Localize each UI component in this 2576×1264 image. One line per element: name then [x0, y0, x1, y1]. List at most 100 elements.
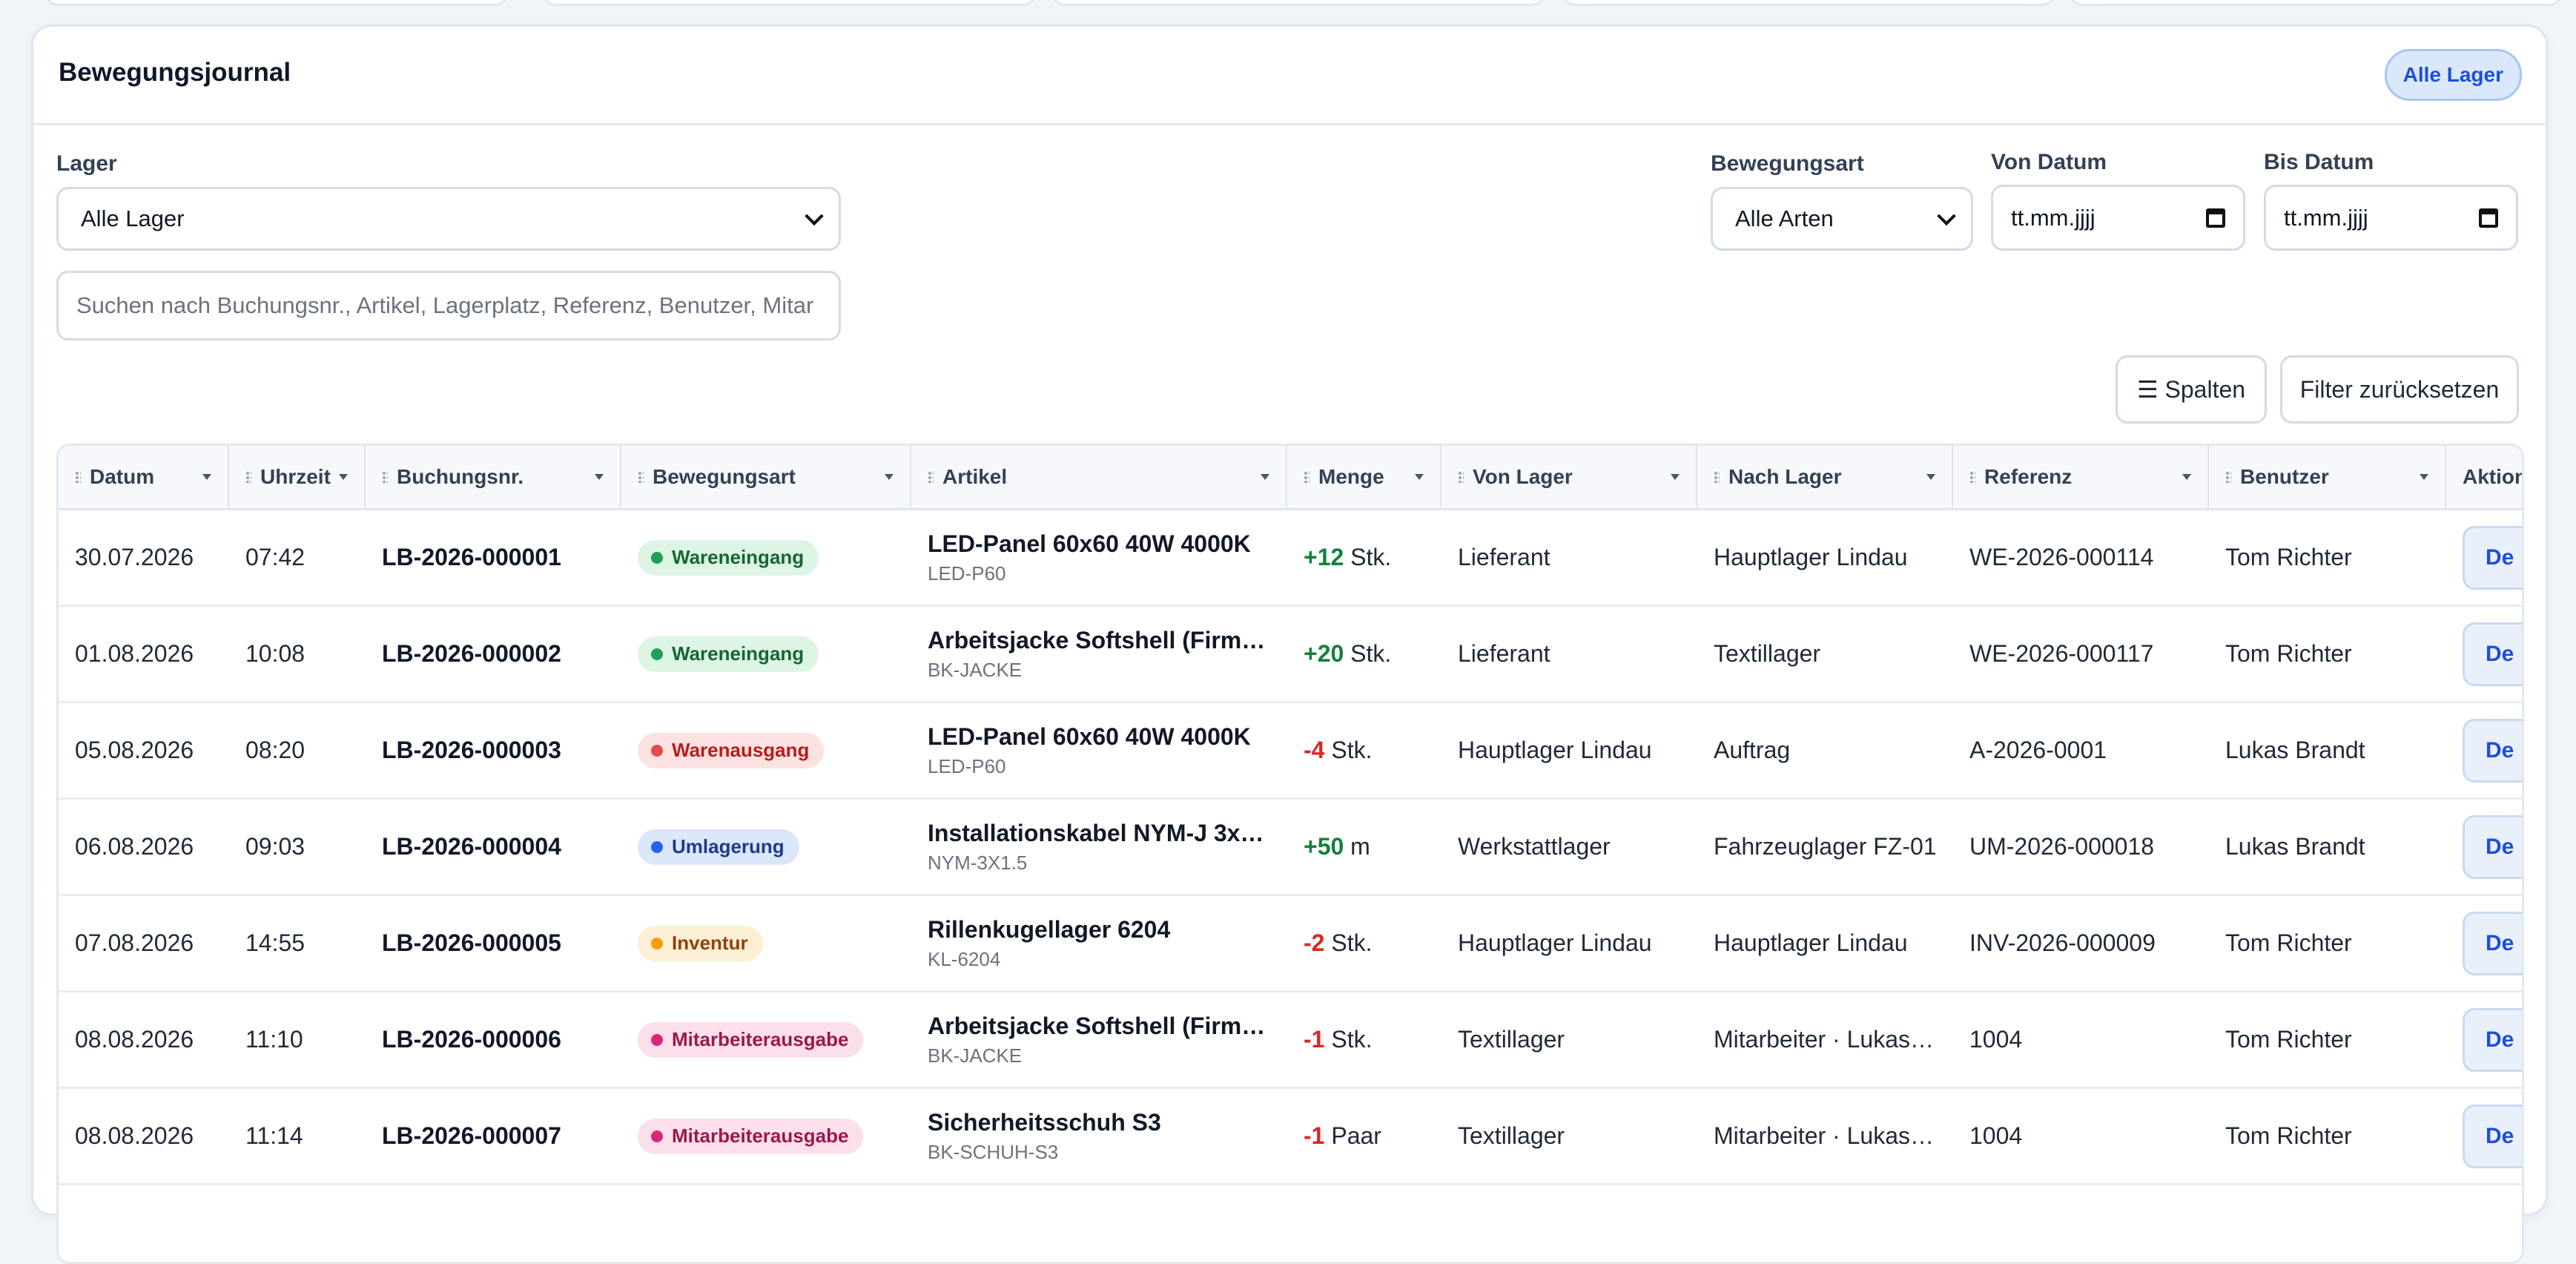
lager-label: Lager	[56, 151, 117, 176]
column-header[interactable]: Referenz	[1953, 446, 2209, 510]
summary-card	[2069, 0, 2563, 6]
user: Tom Richter	[2225, 929, 2352, 956]
bis-datum-input[interactable]: tt.mm.jjjj	[2264, 185, 2518, 251]
drag-handle-icon[interactable]	[75, 471, 81, 483]
drag-handle-icon[interactable]	[638, 471, 644, 483]
details-button[interactable]: De	[2463, 718, 2522, 783]
column-header[interactable]: Artikel	[911, 446, 1287, 510]
calendar-icon[interactable]	[2206, 208, 2225, 228]
drag-handle-icon[interactable]	[1304, 471, 1310, 483]
von-datum-input[interactable]: tt.mm.jjjj	[1991, 185, 2245, 251]
sort-caret-icon[interactable]	[2182, 474, 2191, 480]
table-row[interactable]: 08.08.2026 11:10 LB-2026-000006 Mitarbei…	[59, 991, 2522, 1089]
details-button[interactable]: De	[2463, 814, 2522, 879]
column-header[interactable]: Benutzer	[2209, 446, 2446, 510]
drag-handle-icon[interactable]	[245, 471, 251, 483]
details-button[interactable]: De	[2463, 525, 2522, 590]
time-cell: 10:08	[245, 640, 306, 667]
date-cell: 08.08.2026	[75, 1122, 194, 1149]
movement-type-badge: Inventur	[638, 925, 763, 961]
details-button[interactable]: De	[2463, 622, 2522, 686]
from-warehouse: Hauptlager Lindau	[1458, 737, 1652, 763]
reference: WE-2026-000114	[1969, 544, 2154, 570]
from-warehouse: Lieferant	[1458, 544, 1550, 570]
sort-caret-icon[interactable]	[2420, 474, 2428, 480]
movement-type-label: Wareneingang	[672, 546, 805, 568]
quantity-unit: m	[1344, 833, 1370, 860]
search-input[interactable]: Suchen nach Buchungsnr., Artikel, Lagerp…	[56, 271, 841, 340]
table-row[interactable]: 30.07.2026 07:42 LB-2026-000001 Warenein…	[59, 509, 2522, 607]
table-header-row: Datum Uhrzeit Buchungsnr. Bewegungsart Artik…	[59, 446, 2522, 510]
table-row[interactable]: 06.08.2026 09:03 LB-2026-000004 Umlageru…	[59, 798, 2522, 896]
quantity-unit: Stk.	[1344, 640, 1392, 667]
article-name: Arbeitsjacke Softshell (Firme…	[928, 626, 1271, 654]
drag-handle-icon[interactable]	[2225, 471, 2231, 483]
column-header[interactable]: Uhrzeit	[229, 446, 366, 510]
sort-caret-icon[interactable]	[595, 474, 604, 480]
warehouse-scope-badge[interactable]: Alle Lager	[2384, 49, 2522, 101]
movement-type-label: Umlagerung	[672, 835, 785, 858]
movement-type-badge: Umlagerung	[638, 829, 799, 865]
details-button[interactable]: De	[2463, 1104, 2522, 1168]
column-header[interactable]: Buchungsnr.	[366, 446, 621, 510]
lager-select[interactable]: Alle Lager	[56, 187, 841, 251]
calendar-icon[interactable]	[2479, 208, 2498, 228]
status-dot-icon	[651, 937, 663, 949]
drag-handle-icon[interactable]	[1458, 471, 1464, 483]
columns-button[interactable]: ☰ Spalten	[2116, 355, 2267, 424]
status-dot-icon	[651, 1033, 663, 1046]
table-row[interactable]: 07.08.2026 14:55 LB-2026-000005 Inventur…	[59, 895, 2522, 993]
quantity-unit: Stk.	[1324, 1026, 1373, 1053]
article-sku: NYM-3X1.5	[928, 851, 1028, 874]
sort-caret-icon[interactable]	[885, 474, 894, 480]
booking-number: LB-2026-000002	[382, 640, 561, 667]
movement-type-badge: Mitarbeiterausgabe	[638, 1021, 864, 1058]
sort-caret-icon[interactable]	[1415, 474, 1424, 480]
sort-caret-icon[interactable]	[1261, 474, 1269, 480]
from-warehouse: Lieferant	[1458, 640, 1550, 667]
page-title: Bewegungsjournal	[59, 58, 291, 87]
column-header[interactable]: Datum	[59, 446, 229, 510]
sort-caret-icon[interactable]	[1926, 474, 1935, 480]
drag-handle-icon[interactable]	[1969, 471, 1975, 483]
movement-type-label: Mitarbeiterausgabe	[672, 1028, 849, 1050]
bewegungsart-select[interactable]: Alle Arten	[1711, 187, 1973, 251]
time-cell: 09:03	[245, 833, 306, 860]
from-warehouse: Werkstattlager	[1458, 833, 1611, 860]
table-row[interactable]: 05.08.2026 08:20 LB-2026-000003 Warenaus…	[59, 702, 2522, 800]
reference: 1004	[1969, 1122, 2023, 1149]
to-warehouse: Mitarbeiter · Lukas …	[1714, 1026, 1938, 1053]
quantity-unit: Stk.	[1324, 929, 1373, 956]
column-header[interactable]: Menge	[1287, 446, 1441, 510]
sort-caret-icon[interactable]	[202, 474, 211, 480]
drag-handle-icon[interactable]	[928, 471, 934, 483]
drag-handle-icon[interactable]	[382, 471, 388, 483]
summary-card	[1051, 0, 1545, 6]
sort-caret-icon[interactable]	[339, 474, 348, 480]
sort-caret-icon[interactable]	[1671, 474, 1680, 480]
table-row[interactable]: 08.08.2026 11:14 LB-2026-000007 Mitarbei…	[59, 1087, 2522, 1185]
time-cell: 14:55	[245, 929, 306, 956]
details-button[interactable]: De	[2463, 1007, 2522, 1072]
reset-filters-button[interactable]: Filter zurücksetzen	[2280, 355, 2519, 424]
column-header[interactable]: Aktion	[2446, 446, 2522, 510]
article-name: Arbeitsjacke Softshell (Firme…	[928, 1012, 1271, 1039]
bis-datum-value: tt.mm.jjjj	[2284, 204, 2368, 231]
reference: INV-2026-000009	[1969, 929, 2156, 956]
status-dot-icon	[651, 551, 663, 564]
column-header[interactable]: Bewegungsart	[621, 446, 911, 510]
movement-type-label: Inventur	[672, 932, 748, 954]
date-cell: 07.08.2026	[75, 929, 194, 956]
reference: WE-2026-000117	[1969, 640, 2154, 667]
date-cell: 01.08.2026	[75, 640, 194, 667]
details-button[interactable]: De	[2463, 911, 2522, 975]
user: Lukas Brandt	[2225, 737, 2365, 763]
table-row[interactable]: 01.08.2026 10:08 LB-2026-000002 Warenein…	[59, 605, 2522, 703]
column-header[interactable]: Von Lager	[1441, 446, 1697, 510]
article-sku: BK-JACKE	[928, 658, 1023, 681]
to-warehouse: Hauptlager Lindau	[1714, 544, 1908, 570]
column-header[interactable]: Nach Lager	[1697, 446, 1953, 510]
drag-handle-icon[interactable]	[1714, 471, 1720, 483]
movement-type-badge: Wareneingang	[638, 539, 819, 576]
quantity-value: -1	[1304, 1122, 1325, 1149]
